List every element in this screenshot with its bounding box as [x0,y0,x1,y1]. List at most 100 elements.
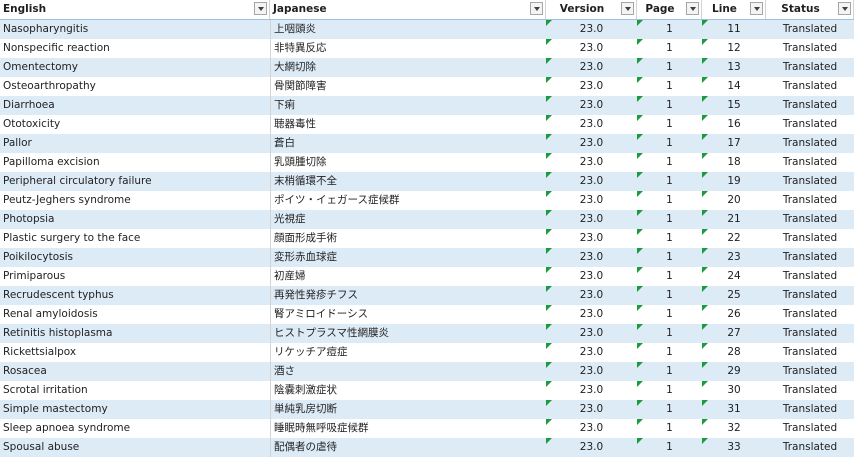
english-cell[interactable]: Omentectomy [0,58,270,77]
status-cell[interactable]: Translated [766,400,854,419]
japanese-cell[interactable]: 大網切除 [270,58,546,77]
english-cell[interactable]: Scrotal irritation [0,381,270,400]
english-cell[interactable]: Recrudescent typhus [0,286,270,305]
version-cell[interactable]: 23.0 [546,96,637,115]
version-cell[interactable]: 23.0 [546,172,637,191]
page-cell[interactable]: 1 [637,438,702,457]
japanese-cell[interactable]: 末梢循環不全 [270,172,546,191]
status-cell[interactable]: Translated [766,343,854,362]
line-cell[interactable]: 20 [702,191,766,210]
version-cell[interactable]: 23.0 [546,77,637,96]
english-cell[interactable]: Ototoxicity [0,115,270,134]
japanese-cell[interactable]: 蒼白 [270,134,546,153]
header-english[interactable]: English [0,0,270,19]
status-cell[interactable]: Translated [766,172,854,191]
line-cell[interactable]: 25 [702,286,766,305]
page-cell[interactable]: 1 [637,229,702,248]
page-cell[interactable]: 1 [637,210,702,229]
version-cell[interactable]: 23.0 [546,210,637,229]
japanese-cell[interactable]: 顔面形成手術 [270,229,546,248]
english-cell[interactable]: Poikilocytosis [0,248,270,267]
status-cell[interactable]: Translated [766,229,854,248]
japanese-cell[interactable]: 変形赤血球症 [270,248,546,267]
filter-dropdown-icon[interactable] [254,2,267,15]
header-page[interactable]: Page [637,0,702,19]
english-cell[interactable]: Renal amyloidosis [0,305,270,324]
english-cell[interactable]: Primiparous [0,267,270,286]
status-cell[interactable]: Translated [766,20,854,39]
line-cell[interactable]: 23 [702,248,766,267]
version-cell[interactable]: 23.0 [546,229,637,248]
english-cell[interactable]: Simple mastectomy [0,400,270,419]
line-cell[interactable]: 12 [702,39,766,58]
page-cell[interactable]: 1 [637,115,702,134]
line-cell[interactable]: 17 [702,134,766,153]
status-cell[interactable]: Translated [766,419,854,438]
version-cell[interactable]: 23.0 [546,419,637,438]
version-cell[interactable]: 23.0 [546,115,637,134]
status-cell[interactable]: Translated [766,191,854,210]
japanese-cell[interactable]: 再発性発疹チフス [270,286,546,305]
line-cell[interactable]: 30 [702,381,766,400]
page-cell[interactable]: 1 [637,191,702,210]
status-cell[interactable]: Translated [766,362,854,381]
japanese-cell[interactable]: ポイツ・イェガース症候群 [270,191,546,210]
page-cell[interactable]: 1 [637,153,702,172]
filter-dropdown-icon[interactable] [750,2,763,15]
status-cell[interactable]: Translated [766,381,854,400]
english-cell[interactable]: Papilloma excision [0,153,270,172]
filter-dropdown-icon[interactable] [686,2,699,15]
english-cell[interactable]: Photopsia [0,210,270,229]
japanese-cell[interactable]: 腎アミロイドーシス [270,305,546,324]
page-cell[interactable]: 1 [637,267,702,286]
line-cell[interactable]: 13 [702,58,766,77]
status-cell[interactable]: Translated [766,77,854,96]
line-cell[interactable]: 19 [702,172,766,191]
japanese-cell[interactable]: 単純乳房切断 [270,400,546,419]
version-cell[interactable]: 23.0 [546,267,637,286]
status-cell[interactable]: Translated [766,39,854,58]
japanese-cell[interactable]: 骨関節障害 [270,77,546,96]
status-cell[interactable]: Translated [766,96,854,115]
version-cell[interactable]: 23.0 [546,381,637,400]
japanese-cell[interactable]: 下痢 [270,96,546,115]
status-cell[interactable]: Translated [766,324,854,343]
page-cell[interactable]: 1 [637,381,702,400]
page-cell[interactable]: 1 [637,305,702,324]
english-cell[interactable]: Peripheral circulatory failure [0,172,270,191]
page-cell[interactable]: 1 [637,58,702,77]
version-cell[interactable]: 23.0 [546,324,637,343]
page-cell[interactable]: 1 [637,20,702,39]
line-cell[interactable]: 15 [702,96,766,115]
status-cell[interactable]: Translated [766,248,854,267]
line-cell[interactable]: 24 [702,267,766,286]
line-cell[interactable]: 16 [702,115,766,134]
page-cell[interactable]: 1 [637,39,702,58]
status-cell[interactable]: Translated [766,115,854,134]
page-cell[interactable]: 1 [637,286,702,305]
header-status[interactable]: Status [766,0,854,19]
line-cell[interactable]: 31 [702,400,766,419]
english-cell[interactable]: Retinitis histoplasma [0,324,270,343]
english-cell[interactable]: Rickettsialpox [0,343,270,362]
version-cell[interactable]: 23.0 [546,343,637,362]
version-cell[interactable]: 23.0 [546,39,637,58]
line-cell[interactable]: 29 [702,362,766,381]
japanese-cell[interactable]: 上咽頭炎 [270,20,546,39]
english-cell[interactable]: Plastic surgery to the face [0,229,270,248]
english-cell[interactable]: Rosacea [0,362,270,381]
japanese-cell[interactable]: リケッチア痘症 [270,343,546,362]
page-cell[interactable]: 1 [637,343,702,362]
status-cell[interactable]: Translated [766,438,854,457]
header-japanese[interactable]: Japanese [270,0,546,19]
english-cell[interactable]: Diarrhoea [0,96,270,115]
status-cell[interactable]: Translated [766,210,854,229]
line-cell[interactable]: 26 [702,305,766,324]
english-cell[interactable]: Sleep apnoea syndrome [0,419,270,438]
japanese-cell[interactable]: 配偶者の虐待 [270,438,546,457]
english-cell[interactable]: Osteoarthropathy [0,77,270,96]
japanese-cell[interactable]: 酒さ [270,362,546,381]
page-cell[interactable]: 1 [637,419,702,438]
status-cell[interactable]: Translated [766,286,854,305]
version-cell[interactable]: 23.0 [546,134,637,153]
